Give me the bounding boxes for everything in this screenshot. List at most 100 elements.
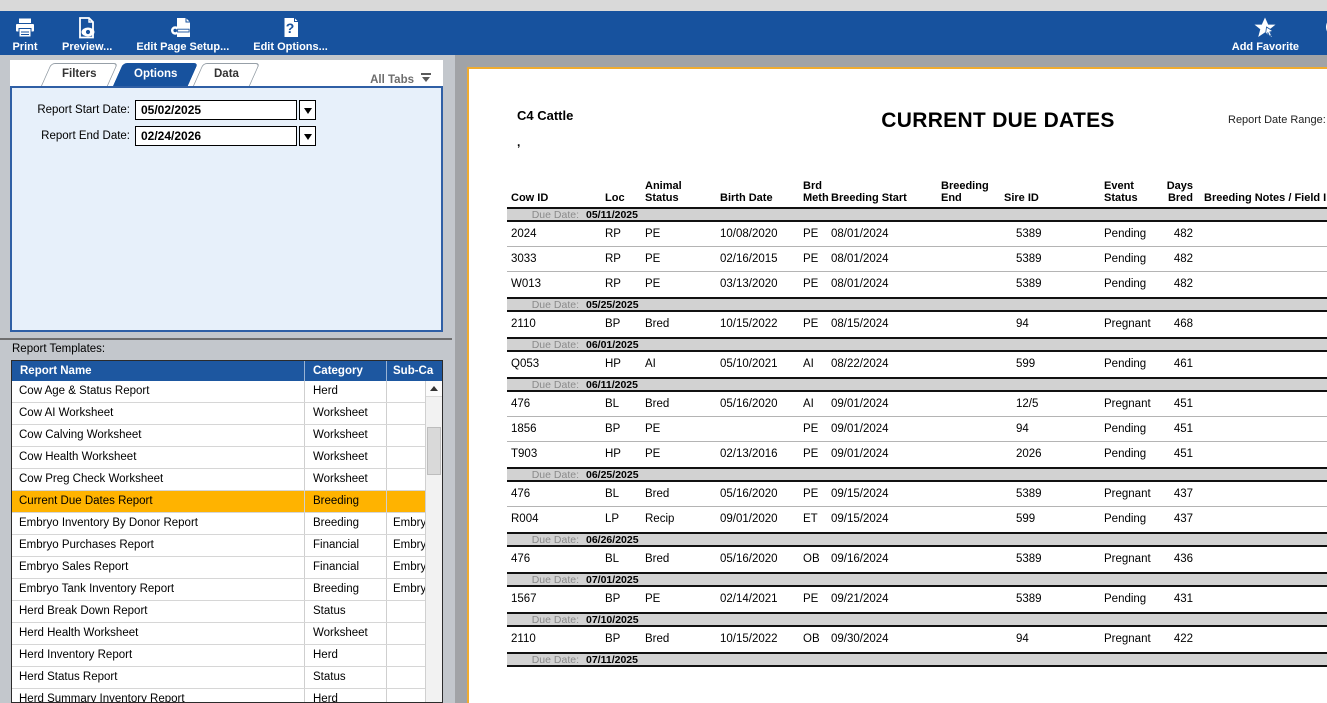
print-button[interactable]: Print <box>0 11 50 55</box>
cell-breeding-end <box>937 417 1001 441</box>
cell-breeding-start: 08/15/2024 <box>831 318 889 330</box>
help-button[interactable]: ? H <box>1311 11 1327 55</box>
template-name-cell: Embryo Sales Report <box>19 561 129 573</box>
cell-event-status: Pending <box>1104 253 1147 265</box>
template-category-cell: Status <box>304 667 386 688</box>
cell-days-bred: 431 <box>1173 593 1193 605</box>
template-row[interactable]: Embryo Inventory By Donor Report Breeding… <box>12 513 442 535</box>
cell-cow-id: 2110 <box>511 633 536 645</box>
due-date-label: Due Date: <box>531 533 579 546</box>
template-row[interactable]: Herd Break Down Report Status <box>12 601 442 623</box>
column-header-report-name[interactable]: Report Name <box>12 361 304 381</box>
due-date-value: 06/25/2025 <box>586 468 639 481</box>
cell-days-bred: 482 <box>1173 228 1193 240</box>
cell-breeding-end <box>937 442 1001 467</box>
tab-options[interactable]: Options <box>112 63 199 86</box>
column-header-breeding-notes: Breeding Notes / Field I <box>1204 192 1327 204</box>
report-row: Q053 HP AI 05/10/2021 AI 08/22/2024 599 Pending… <box>507 352 1327 377</box>
column-header-animal-status: Animal Status <box>645 180 682 204</box>
template-row[interactable]: Herd Summary Inventory Report Herd <box>12 689 442 702</box>
template-category-cell: Financial <box>304 557 386 578</box>
scroll-up-button[interactable] <box>426 381 442 397</box>
cell-birth-date: 10/15/2022 <box>720 318 778 330</box>
template-category-cell: Status <box>304 601 386 622</box>
cell-days-bred: 468 <box>1173 318 1193 330</box>
cell-loc: LP <box>605 513 620 525</box>
cell-loc: BL <box>605 553 620 565</box>
report-templates-label: Report Templates: <box>12 343 106 355</box>
cell-breeding-start: 09/01/2024 <box>831 448 889 460</box>
column-header-category[interactable]: Category <box>304 361 386 381</box>
column-header-cow-id: Cow ID <box>511 192 549 204</box>
report-end-date-input[interactable] <box>135 126 297 146</box>
cell-birth-date <box>717 417 799 441</box>
template-row[interactable]: Current Due Dates Report Breeding <box>12 491 442 513</box>
cell-loc: BP <box>605 593 621 605</box>
cell-breeding-end <box>937 392 1001 416</box>
preview-icon <box>74 16 100 40</box>
cell-birth-date: 02/16/2015 <box>720 253 778 265</box>
cell-animal-status: Bred <box>645 633 670 645</box>
cell-birth-date: 05/10/2021 <box>720 358 778 370</box>
template-row[interactable]: Embryo Sales Report Financial Embryo <box>12 557 442 579</box>
template-row[interactable]: Cow Preg Check Worksheet Worksheet <box>12 469 442 491</box>
cell-days-bred: 437 <box>1173 488 1193 500</box>
star-icon <box>1252 16 1278 40</box>
template-row[interactable]: Cow Calving Worksheet Worksheet <box>12 425 442 447</box>
column-header-days-bred: Days Bred <box>1166 180 1193 204</box>
column-header-subcategory[interactable]: Sub-Ca <box>386 361 442 381</box>
add-favorite-label: Add Favorite <box>1231 41 1299 53</box>
report-end-date-dropdown-button[interactable] <box>299 126 316 146</box>
template-name-cell: Herd Status Report <box>19 671 118 683</box>
page-setup-icon <box>170 16 196 40</box>
cell-loc: BP <box>605 423 621 435</box>
template-name-cell: Cow Preg Check Worksheet <box>19 473 164 485</box>
cell-breeding-end <box>937 352 1001 377</box>
cell-sire-id: 2026 <box>1016 448 1042 460</box>
report-row: R004 LP Recip 09/01/2020 ET 09/15/2024 599 Pend… <box>507 507 1327 532</box>
cell-sire-id: 94 <box>1016 318 1029 330</box>
report-header: C4 Cattle , CURRENT DUE DATES Report Dat… <box>469 69 1327 169</box>
cell-sire-id: 5389 <box>1016 553 1042 565</box>
cell-loc: BP <box>605 633 621 645</box>
templates-scrollbar[interactable] <box>425 381 442 702</box>
cell-animal-status: Bred <box>645 553 670 565</box>
tab-filters[interactable]: Filters <box>40 63 118 86</box>
tab-data[interactable]: Data <box>192 63 261 86</box>
dropdown-arrow-icon <box>303 133 312 144</box>
template-row[interactable]: Herd Status Report Status <box>12 667 442 689</box>
report-start-date-input[interactable] <box>135 100 297 120</box>
preview-button[interactable]: Preview... <box>50 11 124 55</box>
report-start-date-dropdown-button[interactable] <box>299 100 316 120</box>
edit-options-button[interactable]: ? Edit Options... <box>241 11 340 55</box>
report-row: 2110 BP Bred 10/15/2022 OB 09/30/2024 94 Pregna… <box>507 627 1327 652</box>
print-label: Print <box>12 41 38 53</box>
template-row[interactable]: Herd Inventory Report Herd <box>12 645 442 667</box>
template-row[interactable]: Herd Health Worksheet Worksheet <box>12 623 442 645</box>
due-date-value: 07/11/2025 <box>586 653 638 666</box>
cell-loc: RP <box>605 278 621 290</box>
due-date-band: Due Date: 07/10/2025 <box>507 612 1327 627</box>
template-row[interactable]: Cow Health Worksheet Worksheet <box>12 447 442 469</box>
template-row[interactable]: Cow AI Worksheet Worksheet <box>12 403 442 425</box>
cell-animal-status: Recip <box>645 513 675 525</box>
options-panel: Report Start Date: Report End Date: <box>10 86 443 332</box>
template-row[interactable]: Cow Age & Status Report Herd <box>12 381 442 403</box>
template-category-cell: Worksheet <box>304 403 386 424</box>
all-tabs-selector[interactable]: All Tabs <box>370 73 443 86</box>
due-date-value: 07/01/2025 <box>586 573 639 586</box>
cell-birth-date: 03/13/2020 <box>720 278 778 290</box>
due-date-band: Due Date: 07/11/2025 <box>507 652 1327 667</box>
scrollbar-thumb[interactable] <box>427 427 441 475</box>
template-row[interactable]: Embryo Purchases Report Financial Embryo <box>12 535 442 557</box>
cell-event-status: Pregnant <box>1104 488 1151 500</box>
cell-cow-id: 2024 <box>511 228 537 240</box>
add-favorite-button[interactable]: Add Favorite <box>1220 11 1311 55</box>
cell-birth-date: 05/16/2020 <box>720 553 778 565</box>
cell-brd-meth: PE <box>803 423 819 435</box>
template-category-cell: Breeding <box>304 513 386 534</box>
cell-loc: RP <box>605 228 621 240</box>
edit-page-setup-button[interactable]: Edit Page Setup... <box>124 11 241 55</box>
tab-bar: Filters Options Data All Tabs <box>10 60 443 86</box>
template-row[interactable]: Embryo Tank Inventory Report Breeding Embr… <box>12 579 442 601</box>
